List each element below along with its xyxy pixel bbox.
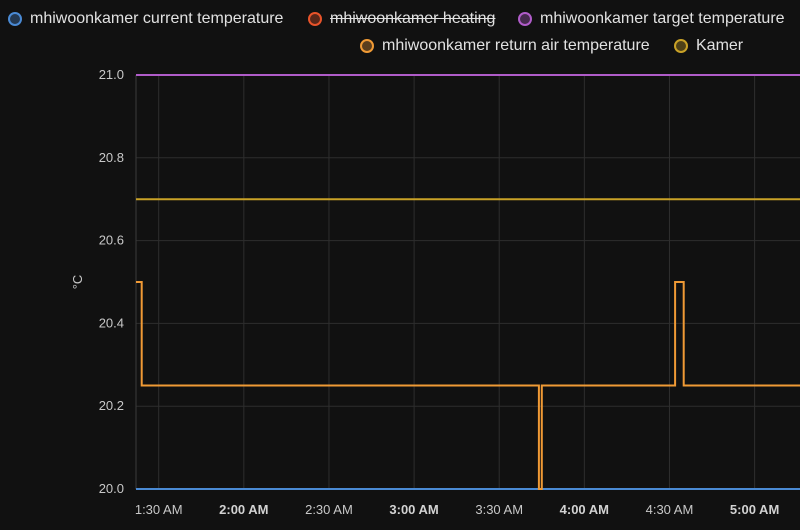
y-tick-label: 21.0	[99, 67, 124, 82]
y-tick-label: 20.6	[99, 233, 124, 248]
y-tick-label: 20.0	[99, 481, 124, 496]
history-chart: mhiwoonkamer current temperature mhiwoonk…	[0, 0, 800, 530]
y-axis-title: °C	[70, 275, 85, 290]
x-tick-label: 2:00 AM	[219, 502, 268, 517]
y-tick-label: 20.4	[99, 315, 124, 330]
x-tick-label: 4:30 AM	[646, 502, 694, 517]
y-tick-label: 20.8	[99, 150, 124, 165]
chart-plot-area[interactable]: 20.0 20.2 20.4 20.6 20.8 21.0 1:30 AM 2:00 AM 2:…	[0, 0, 800, 530]
x-tick-label: 5:00 AM	[730, 502, 779, 517]
x-tick-label: 3:30 AM	[475, 502, 523, 517]
y-tick-label: 20.2	[99, 398, 124, 413]
x-tick-label: 1:30 AM	[135, 502, 183, 517]
x-tick-label: 2:30 AM	[305, 502, 353, 517]
series-line	[136, 281, 800, 490]
x-tick-label: 3:00 AM	[389, 502, 438, 517]
x-tick-label: 4:00 AM	[560, 502, 609, 517]
